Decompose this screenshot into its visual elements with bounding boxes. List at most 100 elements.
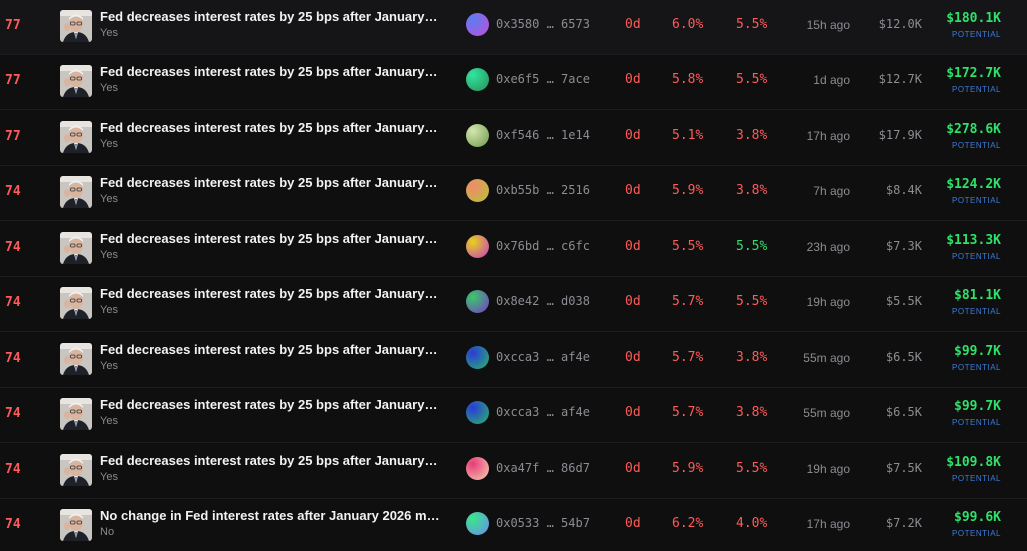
percent-value-secondary: 5.5% xyxy=(736,461,768,476)
timestamp: 17h ago xyxy=(806,517,850,531)
percent-value-secondary: 5.5% xyxy=(736,17,768,32)
wallet-address[interactable]: 0x8e42 … d038 xyxy=(496,294,590,308)
wallet-avatar-icon[interactable] xyxy=(466,512,489,535)
age-value: 0d xyxy=(625,405,641,420)
outcome-label: Yes xyxy=(100,27,118,39)
amount-value: $6.5K xyxy=(885,405,922,419)
percent-value-secondary: 5.5% xyxy=(736,239,768,254)
percent-value: 5.9% xyxy=(672,183,704,198)
percent-value: 5.8% xyxy=(672,72,704,87)
table-row[interactable]: 74 Fed decreases interest rates by 25 bp… xyxy=(0,333,1027,388)
timestamp: 15h ago xyxy=(806,18,850,32)
market-title[interactable]: Fed decreases interest rates by 25 bps a… xyxy=(100,175,440,190)
timestamp: 7h ago xyxy=(813,184,850,198)
table-row[interactable]: 74 Fed decreases interest rates by 25 bp… xyxy=(0,444,1027,499)
wallet-avatar-icon[interactable] xyxy=(466,290,489,313)
market-avatar-icon xyxy=(60,10,92,42)
potential-value: $81.1K xyxy=(954,288,1001,303)
percent-value-secondary: 5.5% xyxy=(736,294,768,309)
wallet-avatar-icon[interactable] xyxy=(466,179,489,202)
score: 74 xyxy=(5,406,21,421)
table-row[interactable]: 77 Fed decreases interest rates by 25 bp… xyxy=(0,0,1027,55)
table-row[interactable]: 77 Fed decreases interest rates by 25 bp… xyxy=(0,111,1027,166)
potential-value: $172.7K xyxy=(946,66,1001,81)
table-row[interactable]: 74 Fed decreases interest rates by 25 bp… xyxy=(0,166,1027,221)
age-value: 0d xyxy=(625,183,641,198)
table-row[interactable]: 77 Fed decreases interest rates by 25 bp… xyxy=(0,55,1027,110)
potential-label: POTENTIAL xyxy=(952,196,1001,205)
wallet-avatar-icon[interactable] xyxy=(466,235,489,258)
amount-value: $8.4K xyxy=(885,183,922,197)
percent-value-secondary: 3.8% xyxy=(736,405,768,420)
potential-label: POTENTIAL xyxy=(952,529,1001,538)
amount-value: $5.5K xyxy=(885,294,922,308)
trades-table: 77 Fed decreases interest rates by 25 bp… xyxy=(0,0,1027,551)
wallet-address[interactable]: 0xa47f … 86d7 xyxy=(496,461,590,475)
age-value: 0d xyxy=(625,516,641,531)
table-row[interactable]: 74 No change in Fed interest rates after… xyxy=(0,499,1027,551)
wallet-avatar-icon[interactable] xyxy=(466,124,489,147)
market-title[interactable]: Fed decreases interest rates by 25 bps a… xyxy=(100,453,440,468)
wallet-address[interactable]: 0xe6f5 … 7ace xyxy=(496,72,590,86)
outcome-label: Yes xyxy=(100,360,118,372)
score: 74 xyxy=(5,240,21,255)
potential-value: $99.7K xyxy=(954,399,1001,414)
outcome-label: No xyxy=(100,526,115,538)
percent-value-secondary: 4.0% xyxy=(736,516,768,531)
wallet-avatar-icon[interactable] xyxy=(466,457,489,480)
percent-value: 5.9% xyxy=(672,461,704,476)
market-avatar-icon xyxy=(60,287,92,319)
score: 77 xyxy=(5,18,21,33)
potential-value: $99.6K xyxy=(954,510,1001,525)
amount-value: $7.5K xyxy=(885,461,922,475)
market-avatar-icon xyxy=(60,65,92,97)
timestamp: 55m ago xyxy=(803,351,850,365)
market-title[interactable]: Fed decreases interest rates by 25 bps a… xyxy=(100,64,440,79)
market-avatar-icon xyxy=(60,176,92,208)
percent-value: 5.7% xyxy=(672,294,704,309)
wallet-avatar-icon[interactable] xyxy=(466,346,489,369)
market-avatar-icon xyxy=(60,454,92,486)
wallet-address[interactable]: 0xf546 … 1e14 xyxy=(496,128,590,142)
wallet-address[interactable]: 0x3580 … 6573 xyxy=(496,17,590,31)
age-value: 0d xyxy=(625,294,641,309)
wallet-address[interactable]: 0x76bd … c6fc xyxy=(496,239,590,253)
market-title[interactable]: Fed decreases interest rates by 25 bps a… xyxy=(100,397,440,412)
market-title[interactable]: Fed decreases interest rates by 25 bps a… xyxy=(100,342,440,357)
timestamp: 55m ago xyxy=(803,406,850,420)
score: 74 xyxy=(5,295,21,310)
table-row[interactable]: 74 Fed decreases interest rates by 25 bp… xyxy=(0,388,1027,443)
table-row[interactable]: 74 Fed decreases interest rates by 25 bp… xyxy=(0,222,1027,277)
market-title[interactable]: Fed decreases interest rates by 25 bps a… xyxy=(100,231,440,246)
market-avatar-icon xyxy=(60,121,92,153)
wallet-address[interactable]: 0xcca3 … af4e xyxy=(496,405,590,419)
table-row[interactable]: 74 Fed decreases interest rates by 25 bp… xyxy=(0,277,1027,332)
wallet-address[interactable]: 0xb55b … 2516 xyxy=(496,183,590,197)
wallet-address[interactable]: 0xcca3 … af4e xyxy=(496,350,590,364)
outcome-label: Yes xyxy=(100,193,118,205)
amount-value: $7.2K xyxy=(885,516,922,530)
potential-label: POTENTIAL xyxy=(952,363,1001,372)
percent-value-secondary: 3.8% xyxy=(736,128,768,143)
wallet-avatar-icon[interactable] xyxy=(466,401,489,424)
market-title[interactable]: Fed decreases interest rates by 25 bps a… xyxy=(100,286,440,301)
wallet-address[interactable]: 0x0533 … 54b7 xyxy=(496,516,590,530)
market-avatar-icon xyxy=(60,509,92,541)
age-value: 0d xyxy=(625,128,641,143)
market-title[interactable]: Fed decreases interest rates by 25 bps a… xyxy=(100,9,440,24)
market-avatar-icon xyxy=(60,232,92,264)
outcome-label: Yes xyxy=(100,138,118,150)
timestamp: 19h ago xyxy=(806,462,850,476)
percent-value-secondary: 3.8% xyxy=(736,350,768,365)
market-title[interactable]: Fed decreases interest rates by 25 bps a… xyxy=(100,120,440,135)
outcome-label: Yes xyxy=(100,415,118,427)
percent-value: 5.7% xyxy=(672,350,704,365)
market-title[interactable]: No change in Fed interest rates after Ja… xyxy=(100,508,440,523)
potential-value: $180.1K xyxy=(946,11,1001,26)
percent-value: 5.1% xyxy=(672,128,704,143)
percent-value-secondary: 3.8% xyxy=(736,183,768,198)
wallet-avatar-icon[interactable] xyxy=(466,13,489,36)
wallet-avatar-icon[interactable] xyxy=(466,68,489,91)
percent-value-secondary: 5.5% xyxy=(736,72,768,87)
percent-value: 5.5% xyxy=(672,239,704,254)
